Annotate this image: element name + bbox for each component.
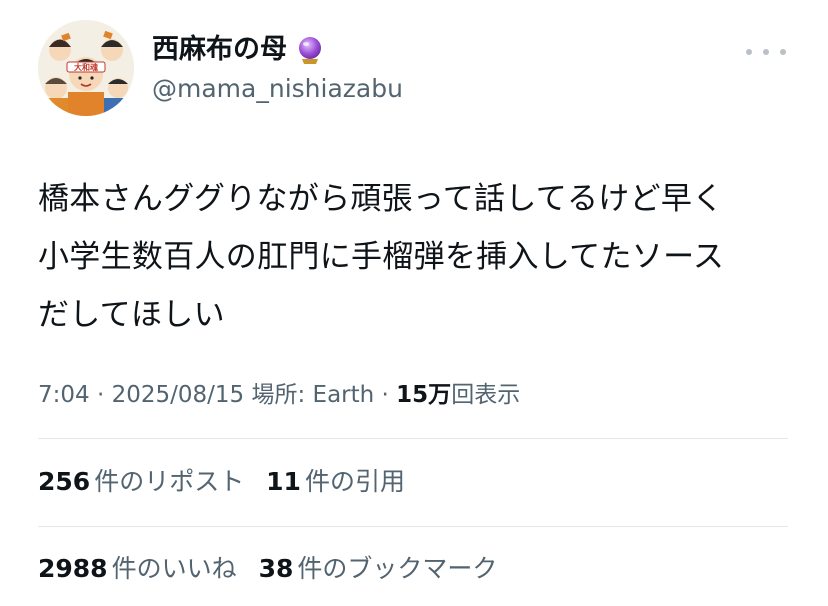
bookmarks-label: 件のブックマーク bbox=[297, 554, 498, 583]
more-dot-icon bbox=[746, 49, 752, 55]
tweet-location: 場所: Earth bbox=[244, 382, 375, 408]
crystal-ball-icon bbox=[295, 35, 325, 65]
user-names: 西麻布の母 @mama_nishiazabu bbox=[152, 34, 403, 104]
user-handle[interactable]: @mama_nishiazabu bbox=[152, 74, 403, 104]
bookmarks-stat[interactable]: 38 件のブックマーク bbox=[259, 551, 498, 587]
views-label: 回表示 bbox=[451, 382, 521, 408]
likes-count: 2988 bbox=[38, 554, 108, 583]
reposts-count: 256 bbox=[38, 467, 91, 496]
tweet-time[interactable]: 7:04 bbox=[38, 382, 90, 408]
likes-stat[interactable]: 2988 件のいいね bbox=[38, 551, 237, 587]
svg-text:大和魂: 大和魂 bbox=[74, 62, 98, 72]
quotes-stat[interactable]: 11 件の引用 bbox=[266, 464, 405, 500]
display-name[interactable]: 西麻布の母 bbox=[152, 34, 287, 66]
display-name-row[interactable]: 西麻布の母 bbox=[152, 34, 403, 66]
divider bbox=[38, 438, 788, 439]
quotes-label: 件の引用 bbox=[304, 467, 405, 496]
tweet-date[interactable]: 2025/08/15 bbox=[112, 382, 245, 408]
meta-separator: · bbox=[89, 382, 112, 408]
reposts-stat[interactable]: 256 件のリポスト bbox=[38, 464, 244, 500]
tweet-header: 大和魂 西麻布の母 @mama_nishiazabu bbox=[38, 20, 788, 120]
bookmarks-count: 38 bbox=[258, 554, 294, 583]
avatar[interactable]: 大和魂 bbox=[38, 20, 134, 116]
more-options-button[interactable] bbox=[746, 42, 786, 62]
quotes-count: 11 bbox=[266, 467, 301, 496]
reposts-label: 件のリポスト bbox=[94, 467, 245, 496]
more-dot-icon bbox=[780, 49, 786, 55]
more-dot-icon bbox=[763, 49, 769, 55]
divider bbox=[38, 526, 788, 527]
stats-row-engagement: 256 件のリポスト 11 件の引用 bbox=[38, 464, 419, 500]
tweet-meta: 7:04 · 2025/08/15 場所: Earth · 15万回表示 bbox=[38, 378, 520, 412]
meta-separator: · bbox=[374, 382, 397, 408]
likes-label: 件のいいね bbox=[111, 554, 237, 583]
stats-row-likes: 2988 件のいいね 38 件のブックマーク bbox=[38, 551, 511, 587]
views-count: 15万 bbox=[396, 382, 452, 408]
avatar-illustration: 大和魂 bbox=[38, 20, 134, 116]
tweet-text: 橋本さんググりながら頑張って話してるけど早く 小学生数百人の肛門に手榴弾を挿入し… bbox=[38, 181, 725, 333]
